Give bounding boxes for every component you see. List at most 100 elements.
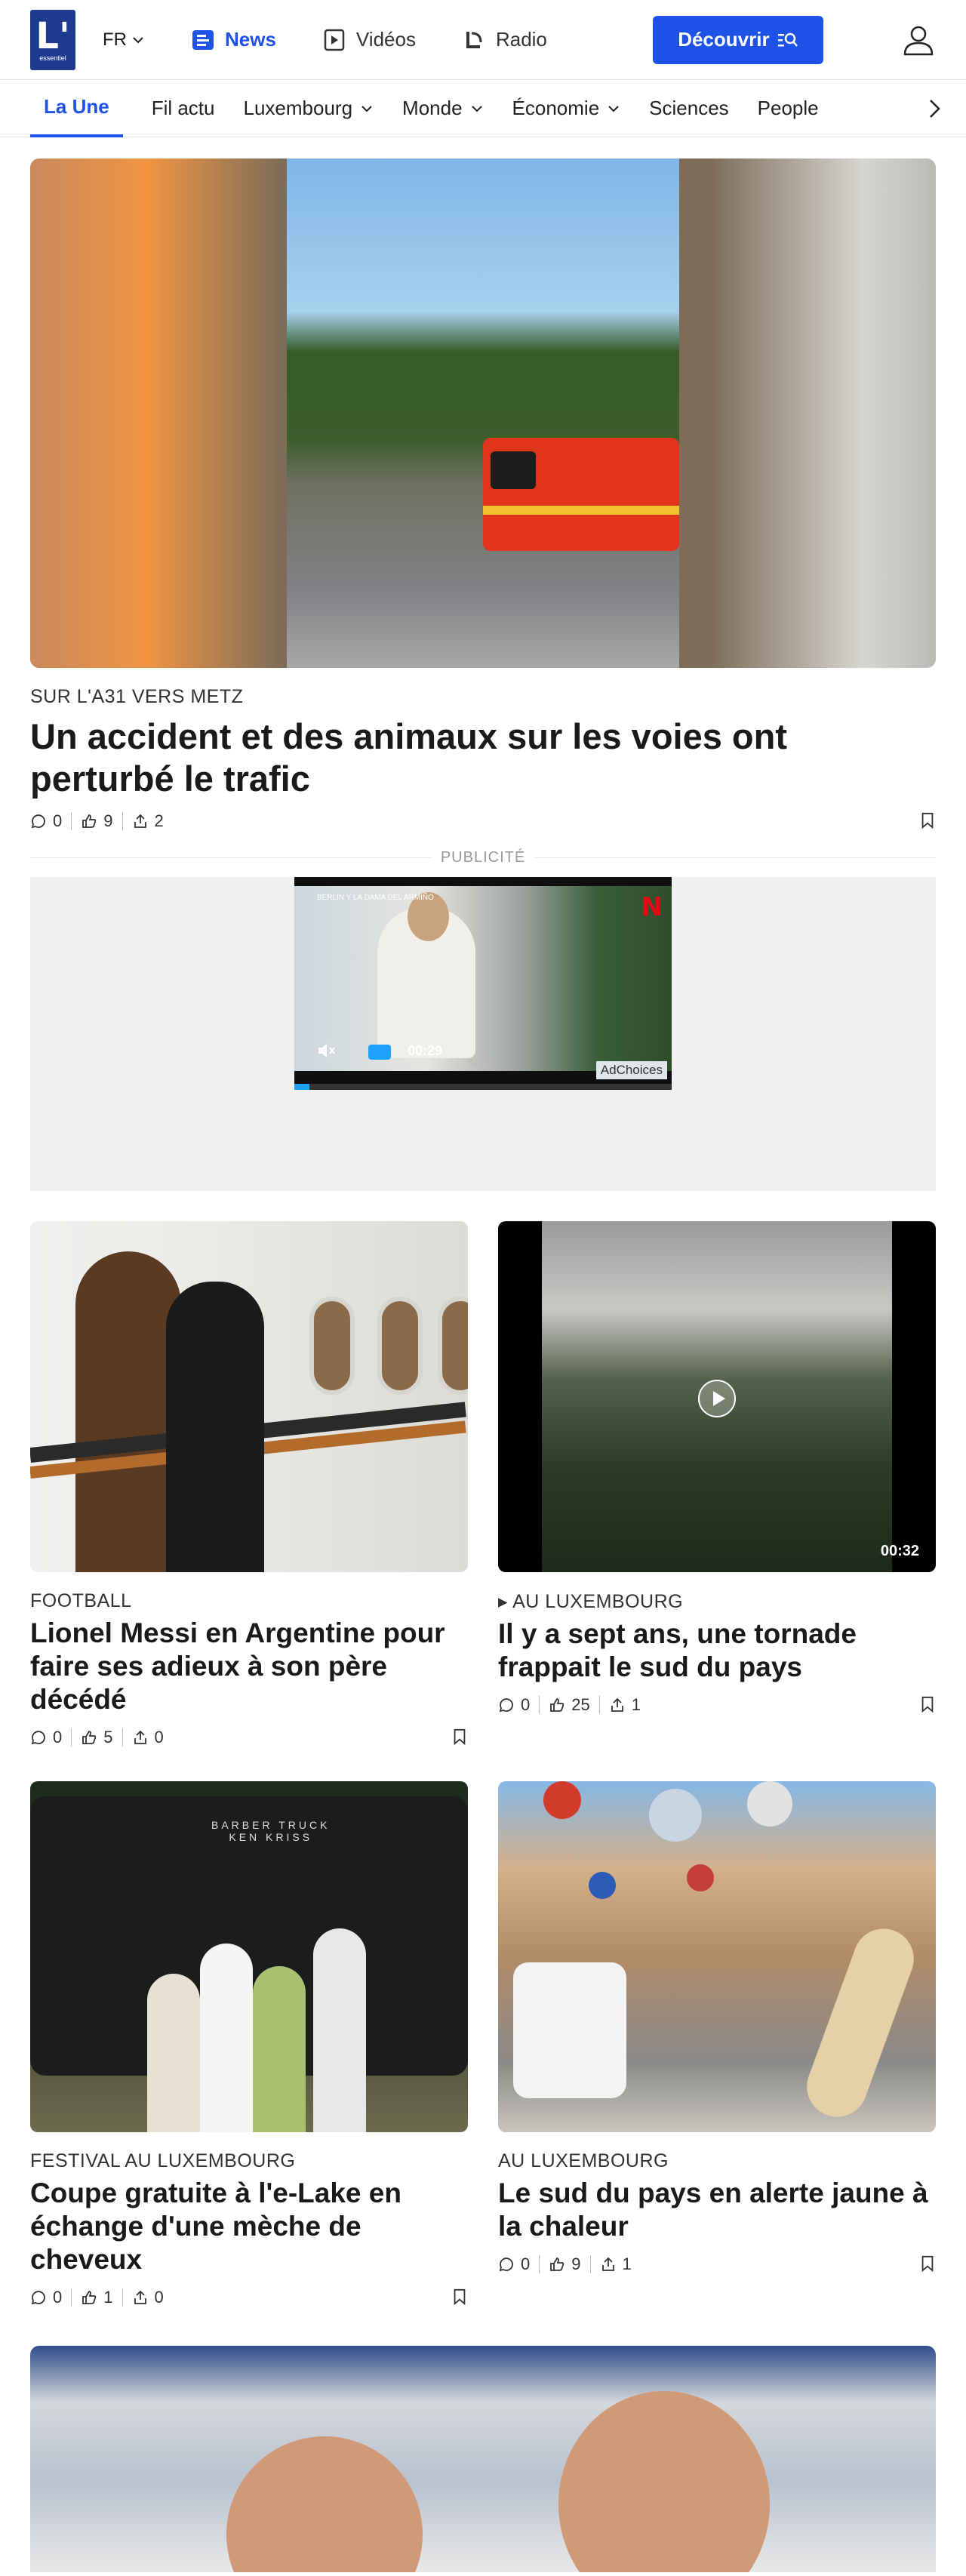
tab-label: La Une <box>44 95 109 118</box>
bookmark-icon[interactable] <box>919 812 936 829</box>
article-image[interactable] <box>30 1221 468 1572</box>
article-stats: 0 25 1 <box>498 1694 936 1716</box>
hero-image[interactable] <box>30 158 936 668</box>
ad-label-text: PUBLICITÉ <box>431 849 535 866</box>
article-card[interactable]: AU LUXEMBOURG Le sud du pays en alerte j… <box>498 1781 936 2308</box>
bookmark-icon[interactable] <box>919 1696 936 1713</box>
adchoices-link[interactable]: AdChoices <box>595 1061 667 1079</box>
nav-radio[interactable]: Radio <box>461 27 547 53</box>
news-icon <box>192 29 214 50</box>
comment-icon[interactable] <box>498 1697 515 1713</box>
tab-sciences[interactable]: Sciences <box>649 80 729 137</box>
play-icon[interactable] <box>698 1380 736 1417</box>
tab-fil-actu[interactable]: Fil actu <box>152 80 215 137</box>
chevron-down-icon <box>361 105 372 112</box>
video-duration: 00:32 <box>880 1543 919 1559</box>
comment-count: 0 <box>521 1695 531 1714</box>
article-kicker-text: AU LUXEMBOURG <box>512 1591 684 1612</box>
tab-label: Sciences <box>649 97 729 119</box>
comment-icon[interactable] <box>498 2256 515 2273</box>
article-kicker: FOOTBALL <box>30 1590 132 1611</box>
article-image[interactable] <box>30 2346 936 2572</box>
image-sign-text: BARBER TRUCK KEN KRISS <box>211 1819 331 1843</box>
like-icon[interactable] <box>549 1697 565 1713</box>
bookmark-icon[interactable] <box>919 2255 936 2272</box>
article-stats: 0 1 0 <box>30 2287 468 2308</box>
like-count: 9 <box>103 811 113 830</box>
comment-icon[interactable] <box>30 2289 47 2306</box>
comment-icon[interactable] <box>30 813 47 829</box>
article-video-thumbnail[interactable]: 00:32 <box>498 1221 936 1572</box>
article-image[interactable] <box>498 1781 936 2132</box>
share-count: 0 <box>154 2288 164 2307</box>
article-card[interactable]: 00:32 ▸ AU LUXEMBOURG Il y a sept ans, u… <box>498 1221 936 1748</box>
mute-icon[interactable] <box>315 1040 337 1061</box>
like-icon[interactable] <box>549 2256 565 2273</box>
comment-count: 0 <box>53 1728 63 1747</box>
bookmark-icon[interactable] <box>451 2288 468 2305</box>
article-headline[interactable]: Un accident et des animaux sur les voies… <box>30 716 936 800</box>
captions-icon[interactable] <box>368 1045 391 1060</box>
tab-la-une[interactable]: La Une <box>30 80 123 137</box>
tab-luxembourg[interactable]: Luxembourg <box>244 80 374 137</box>
article-kicker: SUR L'A31 VERS METZ <box>30 686 244 707</box>
share-icon[interactable] <box>600 2256 617 2273</box>
share-icon[interactable] <box>132 1729 149 1746</box>
ad-video-player[interactable]: BERLIN Y LA DAMA DEL ARMIÑO N 00:29 Sevi… <box>294 877 672 1090</box>
share-icon[interactable] <box>132 2289 149 2306</box>
article-headline[interactable]: Le sud du pays en alerte jaune à la chal… <box>498 2177 936 2243</box>
like-icon[interactable] <box>81 1729 97 1746</box>
article-kicker: ▸ AU LUXEMBOURG <box>498 1591 684 1612</box>
site-logo[interactable]: L' essentiel <box>30 9 75 70</box>
article-kicker: AU LUXEMBOURG <box>498 2150 669 2171</box>
tab-label: Monde <box>402 97 463 119</box>
share-count: 0 <box>154 1728 164 1747</box>
share-count: 1 <box>631 1695 641 1714</box>
chevron-down-icon <box>471 105 482 112</box>
nav-news[interactable]: News <box>190 27 276 53</box>
tab-people[interactable]: People <box>758 80 819 137</box>
article-card[interactable]: FOOTBALL Lionel Messi en Argentine pour … <box>30 1221 468 1748</box>
language-label: FR <box>103 29 127 50</box>
like-count: 25 <box>571 1695 590 1714</box>
user-account-icon[interactable] <box>901 23 936 57</box>
article-headline[interactable]: Coupe gratuite à l'e-Lake en échange d'u… <box>30 2177 468 2276</box>
article-image[interactable]: BARBER TRUCK KEN KRISS <box>30 1781 468 2132</box>
chevron-down-icon <box>133 36 143 43</box>
tab-label: Économie <box>512 97 600 119</box>
article-stats: 0 9 1 <box>498 2254 936 2275</box>
share-icon[interactable] <box>609 1697 626 1713</box>
discover-button[interactable]: Découvrir <box>652 15 823 64</box>
like-icon[interactable] <box>81 813 97 829</box>
bookmark-icon[interactable] <box>451 1728 468 1745</box>
logo-wordmark: essentiel <box>39 54 66 62</box>
tab-label: People <box>757 97 819 119</box>
article-card[interactable]: BARBER TRUCK KEN KRISS FESTIVAL AU LUXEM… <box>30 1781 468 2308</box>
ad-container: BERLIN Y LA DAMA DEL ARMIÑO N 00:29 Sevi… <box>30 877 936 1191</box>
tab-monde[interactable]: Monde <box>402 80 484 137</box>
primary-nav: News Vidéos Radio <box>190 27 547 53</box>
top-header: L' essentiel FR News Vidéos Radio Découv… <box>0 0 966 80</box>
like-icon[interactable] <box>81 2289 97 2306</box>
nav-videos[interactable]: Vidéos <box>321 27 416 53</box>
article-headline[interactable]: Il y a sept ans, une tornade frappait le… <box>498 1617 936 1684</box>
section-tabs: La Une Fil actu Luxembourg Monde Économi… <box>0 80 966 137</box>
language-selector[interactable]: FR <box>103 29 145 51</box>
ad-caption: Sevilla <box>468 1058 495 1069</box>
article-grid: FOOTBALL Lionel Messi en Argentine pour … <box>30 1221 936 2308</box>
article-kicker: FESTIVAL AU LUXEMBOURG <box>30 2150 296 2171</box>
tab-economie[interactable]: Économie <box>512 80 621 137</box>
ad-time: 00:29 <box>408 1043 443 1058</box>
ad-brand-logo: N <box>641 892 663 922</box>
share-count: 2 <box>154 811 164 830</box>
article-stats: 0 5 0 <box>30 1727 468 1748</box>
comment-icon[interactable] <box>30 1729 47 1746</box>
share-icon[interactable] <box>132 813 149 829</box>
logo-mark: L' <box>35 14 70 57</box>
chevron-right-icon[interactable] <box>924 98 945 119</box>
fire-truck <box>483 438 679 551</box>
share-count: 1 <box>622 2254 632 2273</box>
ad-progress-bar[interactable] <box>294 1084 672 1090</box>
article-headline[interactable]: Lionel Messi en Argentine pour faire ses… <box>30 1617 468 1716</box>
hero-article[interactable]: SUR L'A31 VERS METZ Un accident et des a… <box>30 158 936 832</box>
